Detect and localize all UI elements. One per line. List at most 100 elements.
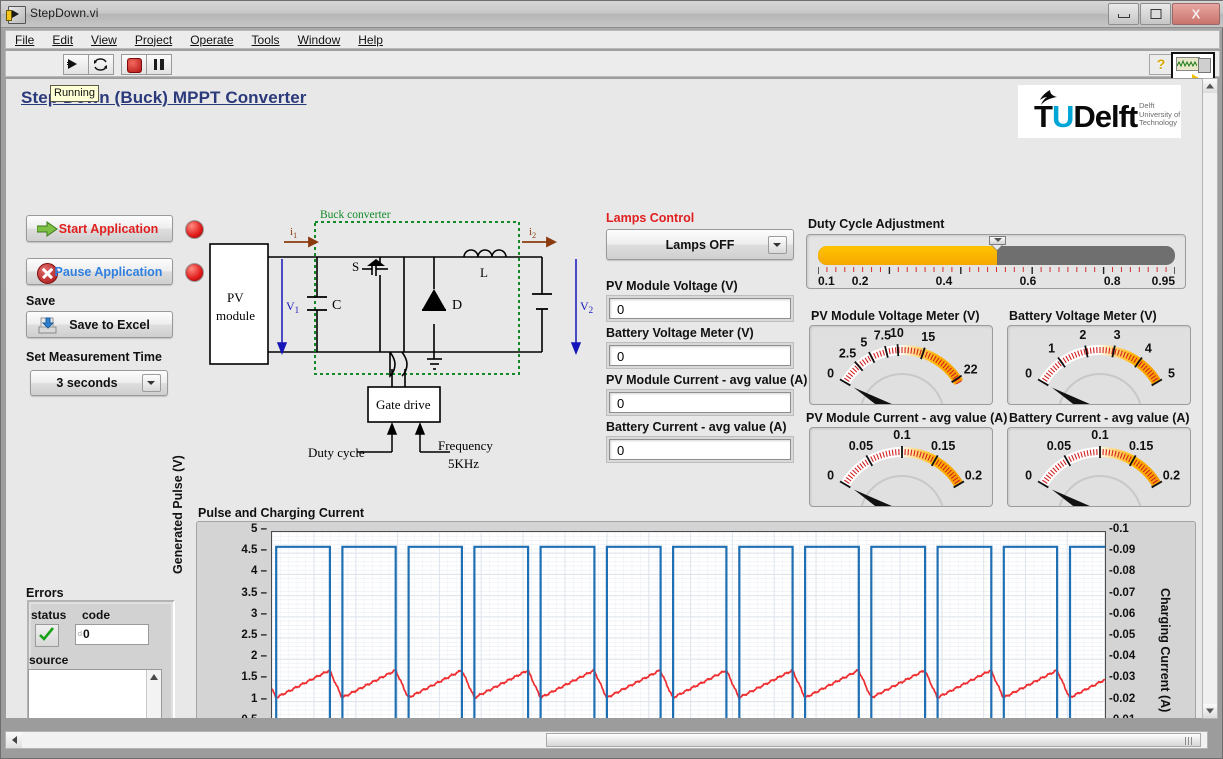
svg-text:4: 4 (1145, 342, 1152, 356)
scroll-down-icon[interactable] (1203, 704, 1217, 718)
menu-tools[interactable]: Tools (243, 32, 289, 48)
lamps-control-value: Lamps OFF (665, 237, 735, 252)
battery-current-field[interactable]: 0 (609, 439, 791, 460)
minimize-button[interactable] (1108, 3, 1139, 25)
chart-y2tick-6: -0.06 (1109, 607, 1136, 620)
pv-voltage-field[interactable]: 0 (609, 298, 791, 319)
battery-voltage-field-wrap: 0 (606, 342, 794, 369)
error-source-label: source (29, 653, 69, 667)
error-status-label: status (31, 608, 67, 622)
svg-text:0.15: 0.15 (1129, 439, 1153, 453)
svg-text:10: 10 (890, 326, 904, 340)
battery-current-meter[interactable]: 0 0.05 0.1 0.15 0.2 (1007, 427, 1191, 507)
svg-text:D: D (452, 298, 462, 313)
menu-view[interactable]: View (82, 32, 126, 48)
abort-execution-button[interactable] (121, 54, 147, 75)
pv-module-current-meter[interactable]: 0 0.05 0.1 0.15 0.2 (809, 427, 993, 507)
duty-cycle-ticks (818, 267, 1175, 274)
duty-tick-2: 0.4 (935, 274, 953, 288)
close-window-button[interactable]: X (1172, 3, 1220, 25)
svg-text:V2: V2 (580, 299, 593, 315)
run-button[interactable] (63, 54, 89, 75)
chevron-down-icon[interactable] (142, 374, 161, 392)
duty-cycle-label: Duty Cycle Adjustment (808, 217, 945, 231)
frequency-value-text: 5KHz (448, 456, 479, 471)
svg-text:2.5: 2.5 (839, 346, 856, 360)
scroll-up-icon[interactable] (1203, 79, 1217, 93)
chart-ytick-3: 1.5 – (241, 671, 267, 684)
svg-text:PV: PV (227, 290, 244, 305)
pv-current-field[interactable]: 0 (609, 392, 791, 413)
toolbar: ? 2 (5, 51, 1220, 96)
chart-y2tick-3: -0.03 (1109, 671, 1136, 684)
pv-current-gauge-label: PV Module Current - avg value (A) (806, 411, 1008, 425)
svg-text:0.2: 0.2 (965, 469, 982, 483)
pause-application-button[interactable]: Pause Application (26, 258, 173, 285)
svg-text:0: 0 (827, 367, 834, 381)
chart-ytick-2: 1 – (251, 692, 267, 705)
chart-ytick-8: 4 – (251, 565, 267, 578)
pulse-charging-current-chart[interactable]: Generated Pulse (V) Charging Current (A)… (171, 455, 1196, 718)
scroll-left-icon[interactable] (6, 732, 22, 748)
horizontal-scroll-thumb[interactable] (546, 733, 1201, 747)
battery-current-field-wrap: 0 (606, 436, 794, 463)
window-buttons: X (1108, 3, 1220, 25)
duty-cycle-thumb[interactable] (988, 236, 1006, 251)
pv-current-field-label: PV Module Current - avg value (A) (606, 373, 808, 387)
help-button[interactable]: ? (1149, 54, 1173, 75)
start-application-button[interactable]: Start Application (26, 215, 173, 242)
svg-text:15: 15 (921, 330, 935, 344)
chart-plot-area[interactable] (271, 531, 1106, 718)
menu-file[interactable]: File (6, 32, 43, 48)
buck-converter-schematic: Buck converter PV module C S D L i1 i2 V… (202, 209, 602, 474)
pv-module-voltage-meter[interactable]: 0 2.5 5 7.5 10 15 22 (809, 325, 993, 405)
chart-ytick-1: 0.5 – (197, 714, 267, 718)
error-code-prefix: d (78, 631, 82, 638)
duty-tick-1: 0.2 (851, 274, 869, 288)
run-continuously-button[interactable] (88, 54, 114, 75)
green-check-icon (39, 627, 55, 641)
error-status-indicator[interactable] (35, 624, 59, 647)
duty-tick-0: 0.1 (818, 274, 835, 288)
chart-y-ticks-right: -0-0.01-0.02-0.03-0.04-0.05-0.06-0.07-0.… (1109, 522, 1173, 718)
svg-text:i1: i1 (290, 226, 297, 240)
lamps-control-combo[interactable]: Lamps OFF (606, 229, 794, 260)
battery-current-gauge-label: Battery Current - avg value (A) (1009, 411, 1190, 425)
menu-help[interactable]: Help (349, 32, 392, 48)
error-code-value: 0 (83, 627, 90, 641)
error-code-field[interactable]: d 0 (75, 624, 149, 645)
front-panel-canvas: Start Application Pause Application Save… (5, 78, 1208, 719)
maximize-button[interactable] (1140, 3, 1171, 25)
menu-edit[interactable]: Edit (43, 32, 82, 48)
menu-bar: File Edit View Project Operate Tools Win… (5, 30, 1220, 49)
chart-y2tick-5: -0.05 (1109, 629, 1136, 641)
tu-delft-subtitle: Delft University of Technology (1139, 101, 1181, 128)
chevron-down-icon[interactable] (768, 235, 787, 254)
error-source-field[interactable] (28, 669, 162, 718)
scroll-up-icon[interactable] (150, 674, 158, 680)
measurement-time-combo[interactable]: 3 seconds (30, 370, 168, 396)
duty-cycle-fill (818, 246, 997, 265)
vertical-scrollbar[interactable] (1202, 78, 1218, 719)
duty-cycle-slider[interactable]: 0.1 0.2 0.4 0.6 0.8 0.95 (806, 234, 1186, 289)
pv-voltage-field-wrap: 0 (606, 295, 794, 322)
menu-project[interactable]: Project (126, 32, 181, 48)
chart-ytick-7: 3.5 – (241, 586, 267, 599)
svg-text:0.05: 0.05 (1047, 439, 1071, 453)
menu-window[interactable]: Window (289, 32, 350, 48)
svg-text:0.1: 0.1 (893, 428, 910, 442)
horizontal-scrollbar[interactable] (5, 731, 1208, 749)
chart-y2tick-4: -0.04 (1109, 650, 1136, 663)
save-to-excel-button[interactable]: Save to Excel (26, 311, 173, 338)
battery-voltage-field[interactable]: 0 (609, 345, 791, 366)
chart-y-ticks-left: 0 –0.5 –1 –1.5 –2 –2.5 –3 –3.5 –4 –4.5 –… (197, 522, 267, 718)
running-tooltip: Running (50, 85, 99, 102)
svg-text:0.1: 0.1 (1091, 428, 1108, 442)
pause-button[interactable] (146, 54, 172, 75)
menu-operate[interactable]: Operate (181, 32, 242, 48)
error-source-scrollbar[interactable] (146, 670, 161, 718)
window-title: StepDown.vi (30, 6, 99, 20)
svg-text:0.05: 0.05 (849, 439, 873, 453)
battery-voltage-meter[interactable]: 0 1 2 3 4 5 (1007, 325, 1191, 405)
chart-y2tick-7: -0.07 (1109, 586, 1136, 599)
